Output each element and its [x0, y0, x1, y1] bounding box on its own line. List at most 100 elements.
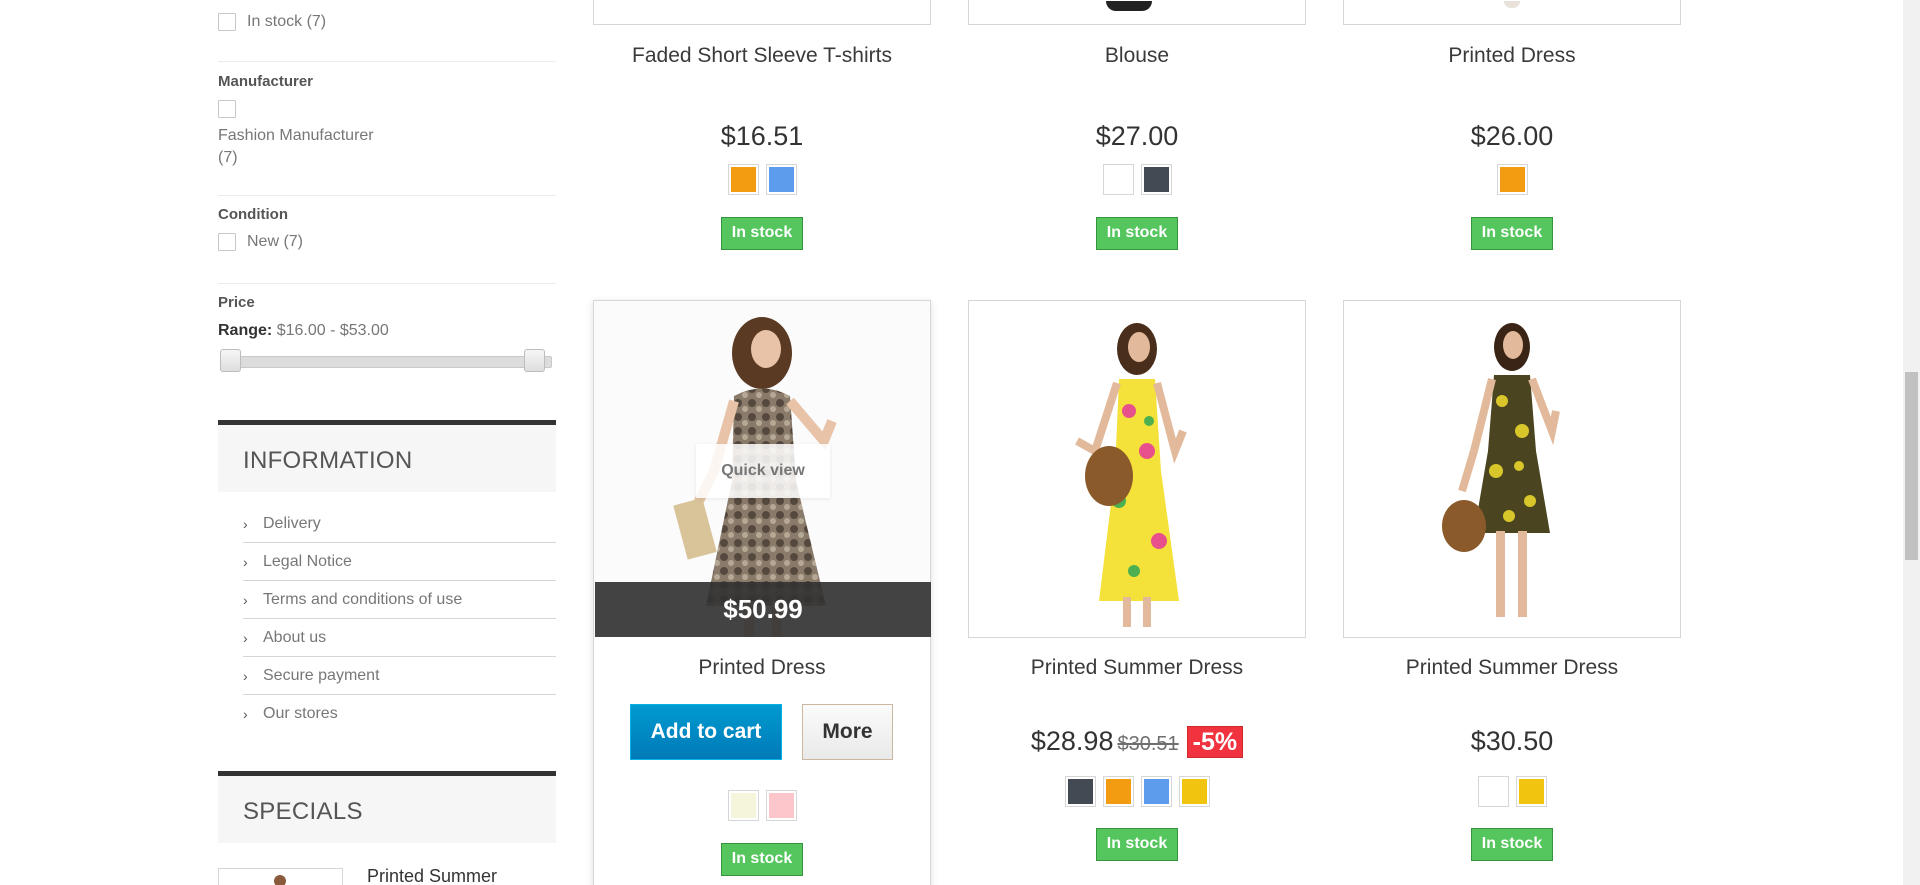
- product-price: $27.00: [1095, 121, 1179, 151]
- filter-condition-new[interactable]: New (7): [218, 233, 303, 251]
- product-price: $28.98: [1030, 726, 1114, 756]
- product-price: $16.51: [720, 121, 804, 151]
- info-link-legal-notice[interactable]: › Legal Notice: [243, 543, 556, 581]
- chevron-right-icon: ›: [243, 553, 248, 570]
- info-link-label: Our stores: [263, 705, 338, 722]
- color-swatches: [593, 164, 931, 195]
- product-name[interactable]: Blouse: [968, 44, 1306, 68]
- info-link-secure-payment[interactable]: › Secure payment: [243, 657, 556, 695]
- chevron-right-icon: ›: [243, 706, 248, 722]
- info-link-terms[interactable]: › Terms and conditions of use: [243, 581, 556, 619]
- price-slider-min-handle[interactable]: [220, 349, 241, 372]
- stock-label: In stock: [1470, 828, 1554, 861]
- filter-condition-new-label: New (7): [247, 233, 304, 250]
- color-swatch[interactable]: [1102, 164, 1134, 195]
- product-image-box[interactable]: [593, 0, 931, 25]
- specials-product-image: [274, 875, 286, 885]
- specials-title: SPECIALS: [243, 798, 363, 825]
- information-block-title: INFORMATION: [218, 420, 556, 492]
- quick-view-button[interactable]: Quick view: [696, 444, 830, 498]
- filter-condition-title: Condition: [218, 206, 288, 223]
- more-button[interactable]: More: [802, 704, 893, 760]
- product-price-overlay: $50.99: [595, 582, 931, 637]
- stock-label: In stock: [720, 843, 804, 876]
- product-name[interactable]: Printed Summer Dress: [968, 656, 1306, 680]
- product-image-box[interactable]: [968, 0, 1306, 25]
- color-swatch[interactable]: [1496, 164, 1528, 195]
- color-swatches: [1343, 164, 1681, 195]
- color-swatch[interactable]: [727, 790, 759, 821]
- information-title: INFORMATION: [243, 447, 413, 474]
- stock-badge: In stock: [968, 217, 1306, 250]
- color-swatches: [968, 164, 1306, 195]
- color-swatch[interactable]: [1140, 164, 1172, 195]
- product-image-box[interactable]: [968, 300, 1306, 638]
- stock-label: In stock: [1095, 217, 1179, 250]
- divider: [218, 61, 556, 62]
- chevron-right-icon: ›: [243, 515, 248, 532]
- stock-label: In stock: [720, 217, 804, 250]
- product-image-box[interactable]: [1343, 300, 1681, 638]
- color-swatch[interactable]: [1515, 776, 1547, 807]
- filter-manufacturer-label: Fashion Manufacturer (7): [218, 125, 374, 169]
- info-link-our-stores[interactable]: › Our stores: [243, 695, 556, 733]
- price-range-label: Range:: [218, 322, 273, 339]
- checkbox[interactable]: [218, 233, 236, 251]
- specials-block-title: SPECIALS: [218, 771, 556, 843]
- color-swatch[interactable]: [765, 790, 797, 821]
- chevron-right-icon: ›: [243, 629, 248, 646]
- manufacturer-name: Fashion Manufacturer: [218, 127, 374, 144]
- stock-badge: In stock: [1343, 217, 1681, 250]
- stock-label: In stock: [1470, 217, 1554, 250]
- info-link-delivery[interactable]: › Delivery: [243, 505, 556, 543]
- color-swatch[interactable]: [727, 164, 759, 195]
- product-image: [1106, 1, 1152, 11]
- color-swatch[interactable]: [1140, 776, 1172, 807]
- stock-badge: In stock: [593, 217, 931, 250]
- info-link-label: Delivery: [263, 514, 321, 532]
- specials-product-thumbnail[interactable]: [218, 868, 343, 885]
- color-swatch[interactable]: [1178, 776, 1210, 807]
- page-scrollbar[interactable]: [1903, 0, 1920, 885]
- price-slider-max-handle[interactable]: [524, 349, 545, 372]
- color-swatch[interactable]: [1064, 776, 1096, 807]
- product-old-price: $30.51: [1117, 733, 1179, 755]
- product-name[interactable]: Printed Summer Dress: [1343, 656, 1681, 680]
- checkbox[interactable]: [218, 13, 236, 31]
- info-link-label: Secure payment: [263, 666, 380, 684]
- info-link-about-us[interactable]: › About us: [243, 619, 556, 657]
- specials-product-name[interactable]: Printed Summer: [367, 866, 497, 885]
- filter-in-stock-label: In stock (7): [247, 13, 327, 30]
- add-to-cart-button[interactable]: Add to cart: [630, 704, 782, 760]
- color-swatch[interactable]: [765, 164, 797, 195]
- price-range: Range: $16.00 - $53.00: [218, 322, 389, 340]
- info-link-label: Terms and conditions of use: [263, 590, 463, 608]
- divider: [218, 283, 556, 284]
- checkbox[interactable]: [218, 100, 236, 118]
- chevron-right-icon: ›: [243, 591, 248, 608]
- color-swatch[interactable]: [1102, 776, 1134, 807]
- product-name[interactable]: Faded Short Sleeve T-shirts: [593, 44, 931, 68]
- color-swatches: [593, 790, 931, 821]
- chevron-right-icon: ›: [243, 667, 248, 684]
- scrollbar-thumb[interactable]: [1905, 372, 1918, 560]
- product-image: [969, 301, 1305, 637]
- product-image-box[interactable]: [1343, 0, 1681, 25]
- price-slider-track[interactable]: [222, 356, 552, 368]
- product-name[interactable]: Printed Dress: [593, 656, 931, 680]
- filter-in-stock[interactable]: In stock (7): [218, 13, 326, 31]
- product-price-block: $28.98 $30.51 -5%: [968, 726, 1306, 758]
- color-swatch[interactable]: [1477, 776, 1509, 807]
- color-swatches: [1343, 776, 1681, 807]
- product-image-box[interactable]: Quick view $50.99: [594, 301, 931, 637]
- filter-manufacturer-title: Manufacturer: [218, 73, 314, 90]
- discount-badge: -5%: [1186, 726, 1244, 758]
- stock-label: In stock: [1095, 828, 1179, 861]
- filter-manufacturer-option[interactable]: [218, 100, 236, 123]
- stock-badge: In stock: [1343, 828, 1681, 861]
- info-link-label: Legal Notice: [263, 552, 352, 570]
- product-name[interactable]: Printed Dress: [1343, 44, 1681, 68]
- stock-badge: In stock: [968, 828, 1306, 861]
- info-link-label: About us: [263, 628, 327, 646]
- product-card-hovered[interactable]: Quick view $50.99 Printed Dress Add to c…: [593, 300, 931, 885]
